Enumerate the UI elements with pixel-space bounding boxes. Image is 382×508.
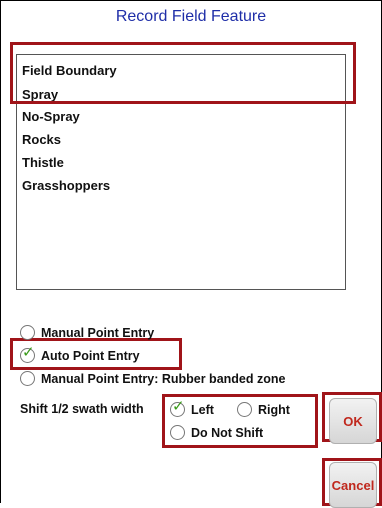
radio-auto-point-entry[interactable]: ✓ Auto Point Entry [20, 344, 140, 363]
radio-label: Right [258, 402, 290, 417]
ok-button[interactable]: OK [329, 398, 377, 444]
radio-circle-icon [170, 425, 185, 440]
checkmark-icon: ✓ [22, 344, 35, 361]
radio-manual-point-entry[interactable]: Manual Point Entry [20, 325, 154, 340]
radio-label: Manual Point Entry: Rubber banded zone [41, 371, 286, 386]
dialog-title: Record Field Feature [115, 8, 267, 25]
radio-shift-left[interactable]: ✓ Left [170, 398, 214, 417]
radio-circle-icon [20, 325, 35, 340]
list-item-spray[interactable]: Spray [22, 87, 58, 102]
list-item-no-spray[interactable]: No-Spray [22, 109, 80, 124]
radio-circle-icon [20, 371, 35, 386]
radio-do-not-shift[interactable]: Do Not Shift [170, 425, 263, 440]
radio-circle-icon: ✓ [170, 398, 185, 417]
radio-label: Do Not Shift [191, 425, 264, 440]
radio-circle-icon [237, 402, 252, 417]
list-item-grasshoppers[interactable]: Grasshoppers [22, 178, 110, 193]
radio-circle-icon: ✓ [20, 344, 35, 363]
cancel-button[interactable]: Cancel [329, 462, 377, 508]
checkmark-icon: ✓ [172, 398, 185, 415]
radio-label: Left [191, 402, 214, 417]
feature-listbox[interactable]: Field Boundary Spray No-Spray Rocks This… [16, 54, 346, 290]
radio-manual-rubber-banded[interactable]: Manual Point Entry: Rubber banded zone [20, 371, 285, 386]
radio-label: Auto Point Entry [41, 348, 140, 363]
radio-shift-right[interactable]: Right [237, 402, 290, 417]
list-item-rocks[interactable]: Rocks [22, 132, 61, 147]
list-item-field-boundary[interactable]: Field Boundary [22, 63, 117, 78]
radio-label: Manual Point Entry [41, 325, 155, 340]
list-item-thistle[interactable]: Thistle [22, 155, 64, 170]
shift-label: Shift 1/2 swath width [20, 402, 144, 416]
